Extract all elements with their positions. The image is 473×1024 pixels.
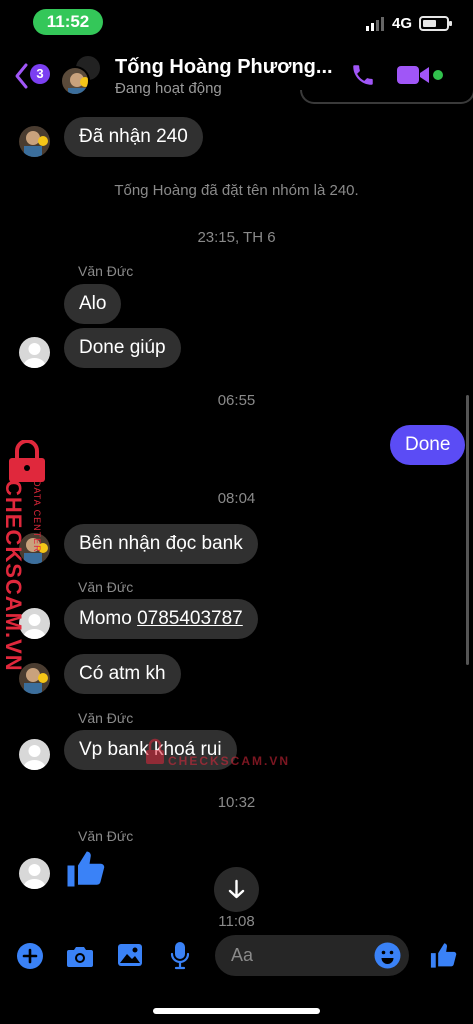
chat-title[interactable]: Tống Hoàng Phương... <box>115 56 340 79</box>
watermark-text: CHECKSCAM.VN <box>1 480 26 672</box>
message-bubble[interactable]: Done giúp <box>64 328 181 368</box>
scroll-to-bottom-button[interactable] <box>214 867 259 912</box>
battery-icon <box>419 16 452 31</box>
sender-name: Văn Đức <box>78 263 134 279</box>
avatar[interactable] <box>19 858 50 889</box>
sender-name: Văn Đức <box>78 828 134 844</box>
watermark-tagline: DATA CENTER <box>32 480 42 553</box>
unread-badge: 3 <box>30 64 50 84</box>
signal-icon <box>366 17 384 31</box>
avatar[interactable] <box>19 337 50 368</box>
phone-number-link[interactable]: 0785403787 <box>137 608 243 629</box>
timestamp: 11:08 <box>218 913 255 930</box>
message-bubble-outgoing[interactable]: Done <box>390 425 466 465</box>
watermark-lock-icon <box>146 738 164 764</box>
timestamp: 08:04 <box>217 490 256 507</box>
camera-icon[interactable] <box>66 944 94 968</box>
phone-icon[interactable] <box>350 62 376 88</box>
watermark-center: CHECKSCAM.VN <box>144 736 304 770</box>
avatar[interactable] <box>19 126 50 157</box>
timestamp: 06:55 <box>217 392 256 409</box>
timestamp: 23:15, TH 6 <box>197 229 276 246</box>
message-bubble[interactable]: Bên nhận đọc bank <box>64 524 258 564</box>
status-time: 11:52 <box>33 9 103 35</box>
message-bubble[interactable]: Có atm kh <box>64 654 181 694</box>
home-indicator[interactable] <box>153 1008 320 1014</box>
plus-icon[interactable] <box>17 943 43 969</box>
emoji-icon[interactable] <box>374 942 401 969</box>
group-avatar[interactable] <box>60 54 104 98</box>
microphone-icon[interactable] <box>170 941 190 970</box>
image-icon[interactable] <box>117 943 143 967</box>
like-icon[interactable] <box>428 941 458 970</box>
arrow-down-icon <box>228 879 245 899</box>
message-bubble[interactable]: Đã nhận 240 <box>64 117 203 157</box>
sender-name: Văn Đức <box>78 710 134 726</box>
message-input[interactable] <box>231 943 371 968</box>
online-indicator <box>433 70 443 80</box>
active-status: Đang hoạt động <box>115 80 222 97</box>
sender-name: Văn Đức <box>78 579 134 595</box>
message-bubble[interactable]: Alo <box>64 284 122 324</box>
watermark-lock-icon <box>9 440 45 482</box>
scrollbar[interactable] <box>466 395 469 665</box>
system-message: Tống Hoàng đã đặt tên nhóm là 240. <box>114 182 359 199</box>
video-call-icon[interactable] <box>397 64 431 86</box>
network-label: 4G <box>392 15 413 32</box>
pinned-banner-edge <box>300 90 473 104</box>
message-bubble[interactable]: Momo 0785403787 <box>64 599 258 639</box>
avatar[interactable] <box>19 739 50 770</box>
timestamp: 10:32 <box>217 794 256 811</box>
thumbs-up-icon[interactable] <box>64 848 106 890</box>
